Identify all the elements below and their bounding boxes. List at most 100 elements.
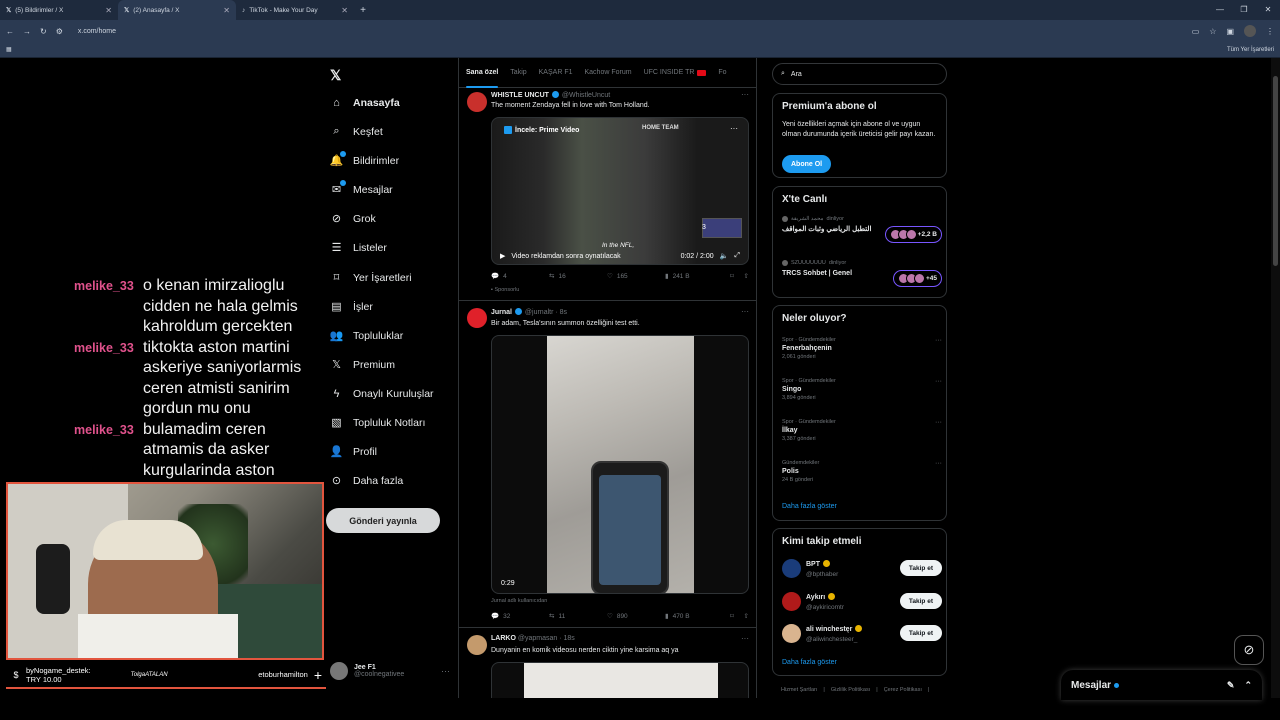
browser-tab-active[interactable]: 𝕏 (2) Anasayfa / X ✕ xyxy=(118,0,236,20)
profile-avatar[interactable] xyxy=(1244,25,1256,37)
extensions-icon[interactable]: ▣ xyxy=(1226,27,1234,36)
feed-tab[interactable]: KAŞAR F1 xyxy=(539,58,573,88)
more-icon[interactable]: ··· xyxy=(935,419,942,426)
grok-button[interactable]: ⊘ xyxy=(1234,635,1264,665)
scrollbar-thumb[interactable] xyxy=(1273,76,1278,266)
follow-button[interactable]: Takip et xyxy=(899,593,942,609)
play-icon[interactable]: ▶ xyxy=(500,252,505,260)
tweet-author-handle[interactable]: @yapmasan xyxy=(518,635,557,642)
post-button[interactable]: Gönderi yayınla xyxy=(326,508,440,533)
fullscreen-icon[interactable]: ⤢ xyxy=(734,252,740,260)
minimize-icon[interactable]: — xyxy=(1208,0,1232,20)
more-icon[interactable]: ··· xyxy=(730,124,738,133)
share-icon[interactable]: ⇧ xyxy=(744,612,749,620)
expand-icon[interactable]: ⌃ xyxy=(1244,680,1252,691)
tweet-author-name[interactable]: WHISTLE UNCUT xyxy=(491,92,549,99)
promo-badge[interactable]: İncele: Prime Video xyxy=(504,126,579,134)
tweet-time[interactable]: · 8s xyxy=(555,309,567,316)
feed-tab[interactable]: Kachow Forum xyxy=(585,58,632,88)
more-icon[interactable]: ··· xyxy=(935,378,942,385)
more-icon[interactable]: ··· xyxy=(441,666,450,676)
tweet[interactable]: LARKO @yapmasan · 18s ··· Dunyanin en ko… xyxy=(459,628,756,698)
browser-tab[interactable]: ♪ TikTok - Make Your Day ✕ xyxy=(236,0,354,20)
account-switcher[interactable]: Jee F1 @coolnegativee ··· xyxy=(330,662,450,680)
share-icon[interactable]: ⇧ xyxy=(744,272,749,280)
live-space[interactable]: محمد الشريقة dinliyor التطبل الرياضي وثبات… xyxy=(782,216,942,243)
live-space[interactable]: SZUUUUUUU dinliyor TRCS Sohbet | Genel +45 xyxy=(782,260,942,287)
x-logo[interactable]: 𝕏 xyxy=(330,67,341,84)
views-button[interactable]: ▮ 241 B xyxy=(665,272,723,281)
reload-icon[interactable]: ↻ xyxy=(40,27,47,36)
bookmark-icon[interactable]: ⌑ xyxy=(730,272,733,280)
video-attribution[interactable]: Jurnal adlı kullanıcıdan xyxy=(491,598,547,604)
nav-item-search[interactable]: ⌕ Keşfet xyxy=(330,125,382,138)
video-player[interactable]: 0:29 xyxy=(491,335,749,594)
cast-icon[interactable]: ▭ xyxy=(1192,27,1200,36)
follow-button[interactable]: Takip et xyxy=(899,560,942,576)
nav-item-lightning[interactable]: ϟ Onaylı Kuruluşlar xyxy=(330,387,434,400)
all-bookmarks[interactable]: Tüm Yer İşaretleri xyxy=(1227,47,1274,53)
volume-icon[interactable]: 🔈 xyxy=(720,252,729,260)
footer-link[interactable]: Hizmet Şartları xyxy=(781,687,817,693)
tweet[interactable]: Jurnal @jurnaltr · 8s ··· Bir adam, Tesl… xyxy=(459,301,756,628)
show-more-link[interactable]: Daha fazla göster xyxy=(782,503,837,510)
more-icon[interactable]: ··· xyxy=(741,307,749,316)
nav-item-briefcase[interactable]: ▤ İşler xyxy=(330,300,373,314)
close-icon[interactable]: ✕ xyxy=(341,6,348,15)
bookmark-icon[interactable]: ⌑ xyxy=(730,612,733,620)
browser-tab[interactable]: 𝕏 (5) Bildirimler / X ✕ xyxy=(0,0,118,20)
follow-suggestion[interactable]: BPT @bpthaber Takip et xyxy=(782,557,942,583)
listener-pill[interactable]: +45 xyxy=(892,270,942,287)
subscribe-button[interactable]: Abone Ol xyxy=(782,155,832,173)
nav-item-bell[interactable]: 🔔 Bildirimler xyxy=(330,151,399,167)
nav-item-people[interactable]: 👥 Topluluklar xyxy=(330,329,404,343)
search-box[interactable]: ⌕ Ara xyxy=(772,63,947,85)
tweet-author-name[interactable]: Jurnal xyxy=(491,309,512,316)
nav-item-notes[interactable]: ▧ Topluluk Notları xyxy=(330,416,425,430)
listener-pill[interactable]: +2,2 B xyxy=(884,226,942,243)
star-icon[interactable]: ☆ xyxy=(1209,27,1216,36)
more-icon[interactable]: ··· xyxy=(741,90,749,99)
new-tab-button[interactable]: + xyxy=(354,5,372,16)
close-icon[interactable]: ✕ xyxy=(223,6,230,15)
video-thumbnail[interactable] xyxy=(702,218,742,238)
forward-icon[interactable]: → xyxy=(23,27,31,36)
nav-item-more-circle[interactable]: ⊙ Daha fazla xyxy=(330,474,403,488)
footer-link[interactable]: Çerez Politikası xyxy=(884,687,922,693)
apps-icon[interactable]: ▦ xyxy=(6,46,12,53)
video-player[interactable]: İncele: Prime Video HOME TEAM ··· 3 In t… xyxy=(491,117,749,265)
close-window-icon[interactable]: ✕ xyxy=(1256,0,1280,20)
tweet-author-name[interactable]: LARKO xyxy=(491,635,516,642)
reply-button[interactable]: 💬 4 xyxy=(491,272,549,281)
nav-item-x[interactable]: 𝕏 Premium xyxy=(330,358,395,372)
nav-item-person[interactable]: 👤 Profil xyxy=(330,445,377,459)
tweet-author-handle[interactable]: @WhistleUncut xyxy=(562,92,610,99)
footer-link[interactable]: Gizlilik Politikası xyxy=(831,687,870,693)
reply-button[interactable]: 💬 32 xyxy=(491,612,549,621)
follow-suggestion[interactable]: ali winchestęr @aliwinchesteer_ Takip et xyxy=(782,622,942,648)
tweet[interactable]: WHISTLE UNCUT @WhistleUncut ··· The mome… xyxy=(459,88,756,301)
tweet-time[interactable]: · 18s xyxy=(559,635,575,642)
nav-item-bookmark[interactable]: ⌑ Yer İşaretleri xyxy=(330,271,412,285)
compose-message-icon[interactable]: ✎ xyxy=(1227,680,1235,691)
trend-item[interactable]: Spor · Gündemdekiler Fenerbahçenin 2,061 g… xyxy=(782,337,942,360)
like-button[interactable]: ♡ 165 xyxy=(607,272,665,281)
more-icon[interactable]: ··· xyxy=(935,460,942,467)
nav-item-mail[interactable]: ✉ Mesajlar xyxy=(330,180,393,196)
more-icon[interactable]: ··· xyxy=(741,634,749,643)
close-icon[interactable]: ✕ xyxy=(105,6,112,15)
messages-drawer[interactable]: Mesajlar ✎ ⌃ xyxy=(1061,670,1262,700)
nav-item-list[interactable]: ☰ Listeler xyxy=(330,241,387,255)
more-icon[interactable]: ··· xyxy=(935,337,942,344)
search-input[interactable]: Ara xyxy=(791,71,802,78)
like-button[interactable]: ♡ 890 xyxy=(607,612,665,621)
trend-item[interactable]: Spor · Gündemdekiler İlkay 3,387 gönderi ··… xyxy=(782,419,942,442)
nav-item-grok[interactable]: ⊘ Grok xyxy=(330,212,376,226)
video-player[interactable] xyxy=(491,662,749,698)
repost-button[interactable]: ⇆ 16 xyxy=(549,272,607,281)
tweet-author-handle[interactable]: @jurnaltr xyxy=(525,309,554,316)
feed-tab[interactable]: Sana özel xyxy=(466,58,499,88)
show-more-link[interactable]: Daha fazla göster xyxy=(782,659,837,666)
follow-button[interactable]: Takip et xyxy=(899,625,942,641)
menu-icon[interactable]: ⋮ xyxy=(1266,27,1274,36)
